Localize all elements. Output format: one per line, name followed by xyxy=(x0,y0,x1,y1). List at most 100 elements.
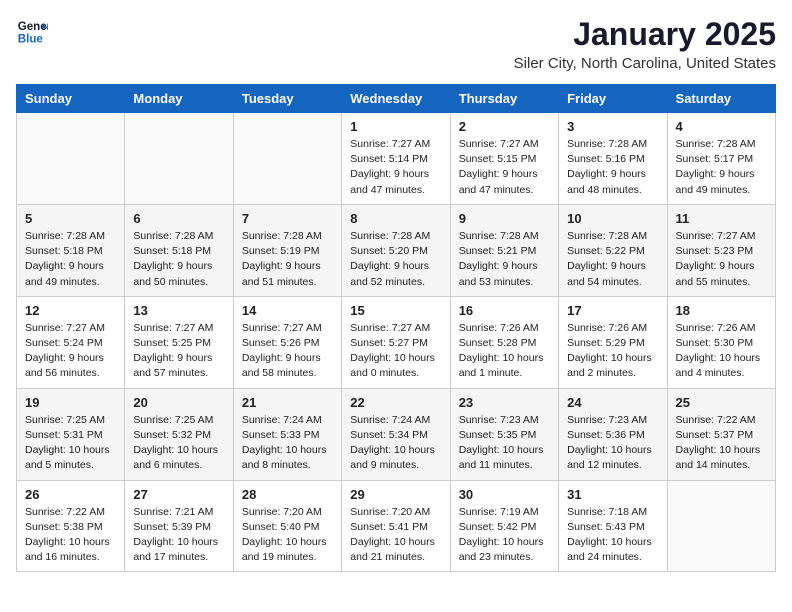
day-info: Sunrise: 7:22 AM Sunset: 5:37 PM Dayligh… xyxy=(676,413,767,474)
day-cell: 24 Sunrise: 7:23 AM Sunset: 5:36 PM Dayli… xyxy=(559,388,667,480)
day-number: 25 xyxy=(676,395,767,410)
day-cell: 5Sunrise: 7:28 AM Sunset: 5:18 PM Daylig… xyxy=(17,204,125,296)
day-cell: 14 Sunrise: 7:27 AM Sunset: 5:26 PM Dayli… xyxy=(233,296,341,388)
logo-icon: General Blue xyxy=(16,16,48,48)
day-number: 10 xyxy=(567,211,658,226)
calendar-title: January 2025 xyxy=(514,16,776,53)
day-number: 30 xyxy=(459,487,550,502)
day-cell: 30 Sunrise: 7:19 AM Sunset: 5:42 PM Dayli… xyxy=(450,480,558,572)
day-info: Sunrise: 7:24 AM Sunset: 5:33 PM Dayligh… xyxy=(242,413,333,474)
day-cell: 4 Sunrise: 7:28 AM Sunset: 5:17 PM Daylig… xyxy=(667,113,775,205)
day-number: 26 xyxy=(25,487,116,502)
day-number: 7 xyxy=(242,211,333,226)
day-number: 8 xyxy=(350,211,441,226)
day-info: Sunrise: 7:28 AM Sunset: 5:21 PM Dayligh… xyxy=(459,229,550,290)
weekday-header-thursday: Thursday xyxy=(450,85,558,113)
calendar-subtitle: Siler City, North Carolina, United State… xyxy=(514,55,776,72)
day-cell: 19Sunrise: 7:25 AM Sunset: 5:31 PM Dayli… xyxy=(17,388,125,480)
day-info: Sunrise: 7:27 AM Sunset: 5:14 PM Dayligh… xyxy=(350,137,441,198)
weekday-header-tuesday: Tuesday xyxy=(233,85,341,113)
day-cell: 12Sunrise: 7:27 AM Sunset: 5:24 PM Dayli… xyxy=(17,296,125,388)
day-info: Sunrise: 7:26 AM Sunset: 5:29 PM Dayligh… xyxy=(567,321,658,382)
day-info: Sunrise: 7:19 AM Sunset: 5:42 PM Dayligh… xyxy=(459,505,550,566)
week-row-3: 12Sunrise: 7:27 AM Sunset: 5:24 PM Dayli… xyxy=(17,296,776,388)
day-cell: 10 Sunrise: 7:28 AM Sunset: 5:22 PM Dayli… xyxy=(559,204,667,296)
day-cell: 6 Sunrise: 7:28 AM Sunset: 5:18 PM Daylig… xyxy=(125,204,233,296)
day-info: Sunrise: 7:28 AM Sunset: 5:22 PM Dayligh… xyxy=(567,229,658,290)
day-number: 2 xyxy=(459,119,550,134)
day-cell xyxy=(667,480,775,572)
week-row-2: 5Sunrise: 7:28 AM Sunset: 5:18 PM Daylig… xyxy=(17,204,776,296)
day-cell: 17 Sunrise: 7:26 AM Sunset: 5:29 PM Dayli… xyxy=(559,296,667,388)
day-info: Sunrise: 7:26 AM Sunset: 5:28 PM Dayligh… xyxy=(459,321,550,382)
day-info: Sunrise: 7:27 AM Sunset: 5:15 PM Dayligh… xyxy=(459,137,550,198)
weekday-header-sunday: Sunday xyxy=(17,85,125,113)
day-cell: 8 Sunrise: 7:28 AM Sunset: 5:20 PM Daylig… xyxy=(342,204,450,296)
day-number: 17 xyxy=(567,303,658,318)
day-info: Sunrise: 7:28 AM Sunset: 5:18 PM Dayligh… xyxy=(25,229,116,290)
day-info: Sunrise: 7:28 AM Sunset: 5:20 PM Dayligh… xyxy=(350,229,441,290)
day-number: 6 xyxy=(133,211,224,226)
day-number: 12 xyxy=(25,303,116,318)
day-info: Sunrise: 7:28 AM Sunset: 5:17 PM Dayligh… xyxy=(676,137,767,198)
day-info: Sunrise: 7:27 AM Sunset: 5:23 PM Dayligh… xyxy=(676,229,767,290)
day-cell: 1 Sunrise: 7:27 AM Sunset: 5:14 PM Daylig… xyxy=(342,113,450,205)
day-cell: 28 Sunrise: 7:20 AM Sunset: 5:40 PM Dayli… xyxy=(233,480,341,572)
day-info: Sunrise: 7:27 AM Sunset: 5:25 PM Dayligh… xyxy=(133,321,224,382)
day-number: 11 xyxy=(676,211,767,226)
day-cell: 11 Sunrise: 7:27 AM Sunset: 5:23 PM Dayli… xyxy=(667,204,775,296)
day-cell: 18 Sunrise: 7:26 AM Sunset: 5:30 PM Dayli… xyxy=(667,296,775,388)
day-cell: 2 Sunrise: 7:27 AM Sunset: 5:15 PM Daylig… xyxy=(450,113,558,205)
day-number: 16 xyxy=(459,303,550,318)
day-info: Sunrise: 7:20 AM Sunset: 5:41 PM Dayligh… xyxy=(350,505,441,566)
day-info: Sunrise: 7:21 AM Sunset: 5:39 PM Dayligh… xyxy=(133,505,224,566)
weekday-header-saturday: Saturday xyxy=(667,85,775,113)
day-number: 20 xyxy=(133,395,224,410)
day-info: Sunrise: 7:24 AM Sunset: 5:34 PM Dayligh… xyxy=(350,413,441,474)
day-cell: 21 Sunrise: 7:24 AM Sunset: 5:33 PM Dayli… xyxy=(233,388,341,480)
day-info: Sunrise: 7:20 AM Sunset: 5:40 PM Dayligh… xyxy=(242,505,333,566)
day-number: 22 xyxy=(350,395,441,410)
day-number: 1 xyxy=(350,119,441,134)
day-number: 15 xyxy=(350,303,441,318)
day-info: Sunrise: 7:18 AM Sunset: 5:43 PM Dayligh… xyxy=(567,505,658,566)
day-cell: 3 Sunrise: 7:28 AM Sunset: 5:16 PM Daylig… xyxy=(559,113,667,205)
day-info: Sunrise: 7:27 AM Sunset: 5:26 PM Dayligh… xyxy=(242,321,333,382)
day-info: Sunrise: 7:23 AM Sunset: 5:35 PM Dayligh… xyxy=(459,413,550,474)
day-cell: 31 Sunrise: 7:18 AM Sunset: 5:43 PM Dayli… xyxy=(559,480,667,572)
day-number: 21 xyxy=(242,395,333,410)
day-number: 9 xyxy=(459,211,550,226)
day-cell: 20Sunrise: 7:25 AM Sunset: 5:32 PM Dayli… xyxy=(125,388,233,480)
day-number: 18 xyxy=(676,303,767,318)
day-number: 28 xyxy=(242,487,333,502)
day-info: Sunrise: 7:28 AM Sunset: 5:19 PM Dayligh… xyxy=(242,229,333,290)
day-number: 31 xyxy=(567,487,658,502)
day-info: Sunrise: 7:28 AM Sunset: 5:18 PM Dayligh… xyxy=(133,229,224,290)
day-number: 23 xyxy=(459,395,550,410)
day-number: 24 xyxy=(567,395,658,410)
day-cell: 7 Sunrise: 7:28 AM Sunset: 5:19 PM Daylig… xyxy=(233,204,341,296)
day-cell: 25 Sunrise: 7:22 AM Sunset: 5:37 PM Dayli… xyxy=(667,388,775,480)
day-cell: 26Sunrise: 7:22 AM Sunset: 5:38 PM Dayli… xyxy=(17,480,125,572)
day-info: Sunrise: 7:23 AM Sunset: 5:36 PM Dayligh… xyxy=(567,413,658,474)
day-info: Sunrise: 7:27 AM Sunset: 5:27 PM Dayligh… xyxy=(350,321,441,382)
day-number: 4 xyxy=(676,119,767,134)
day-number: 29 xyxy=(350,487,441,502)
week-row-1: 1 Sunrise: 7:27 AM Sunset: 5:14 PM Daylig… xyxy=(17,113,776,205)
svg-text:Blue: Blue xyxy=(18,34,44,46)
day-cell: 13 Sunrise: 7:27 AM Sunset: 5:25 PM Dayli… xyxy=(125,296,233,388)
day-cell: 23 Sunrise: 7:23 AM Sunset: 5:35 PM Dayli… xyxy=(450,388,558,480)
day-cell: 29 Sunrise: 7:20 AM Sunset: 5:41 PM Dayli… xyxy=(342,480,450,572)
day-info: Sunrise: 7:28 AM Sunset: 5:16 PM Dayligh… xyxy=(567,137,658,198)
weekday-header-monday: Monday xyxy=(125,85,233,113)
day-number: 3 xyxy=(567,119,658,134)
page-header: General Blue January 2025 Siler City, No… xyxy=(16,16,776,72)
day-cell: 27Sunrise: 7:21 AM Sunset: 5:39 PM Dayli… xyxy=(125,480,233,572)
day-info: Sunrise: 7:26 AM Sunset: 5:30 PM Dayligh… xyxy=(676,321,767,382)
day-number: 13 xyxy=(133,303,224,318)
day-cell: 9 Sunrise: 7:28 AM Sunset: 5:21 PM Daylig… xyxy=(450,204,558,296)
day-number: 19 xyxy=(25,395,116,410)
day-cell: 15 Sunrise: 7:27 AM Sunset: 5:27 PM Dayli… xyxy=(342,296,450,388)
day-number: 14 xyxy=(242,303,333,318)
weekday-header-row: SundayMondayTuesdayWednesdayThursdayFrid… xyxy=(17,85,776,113)
